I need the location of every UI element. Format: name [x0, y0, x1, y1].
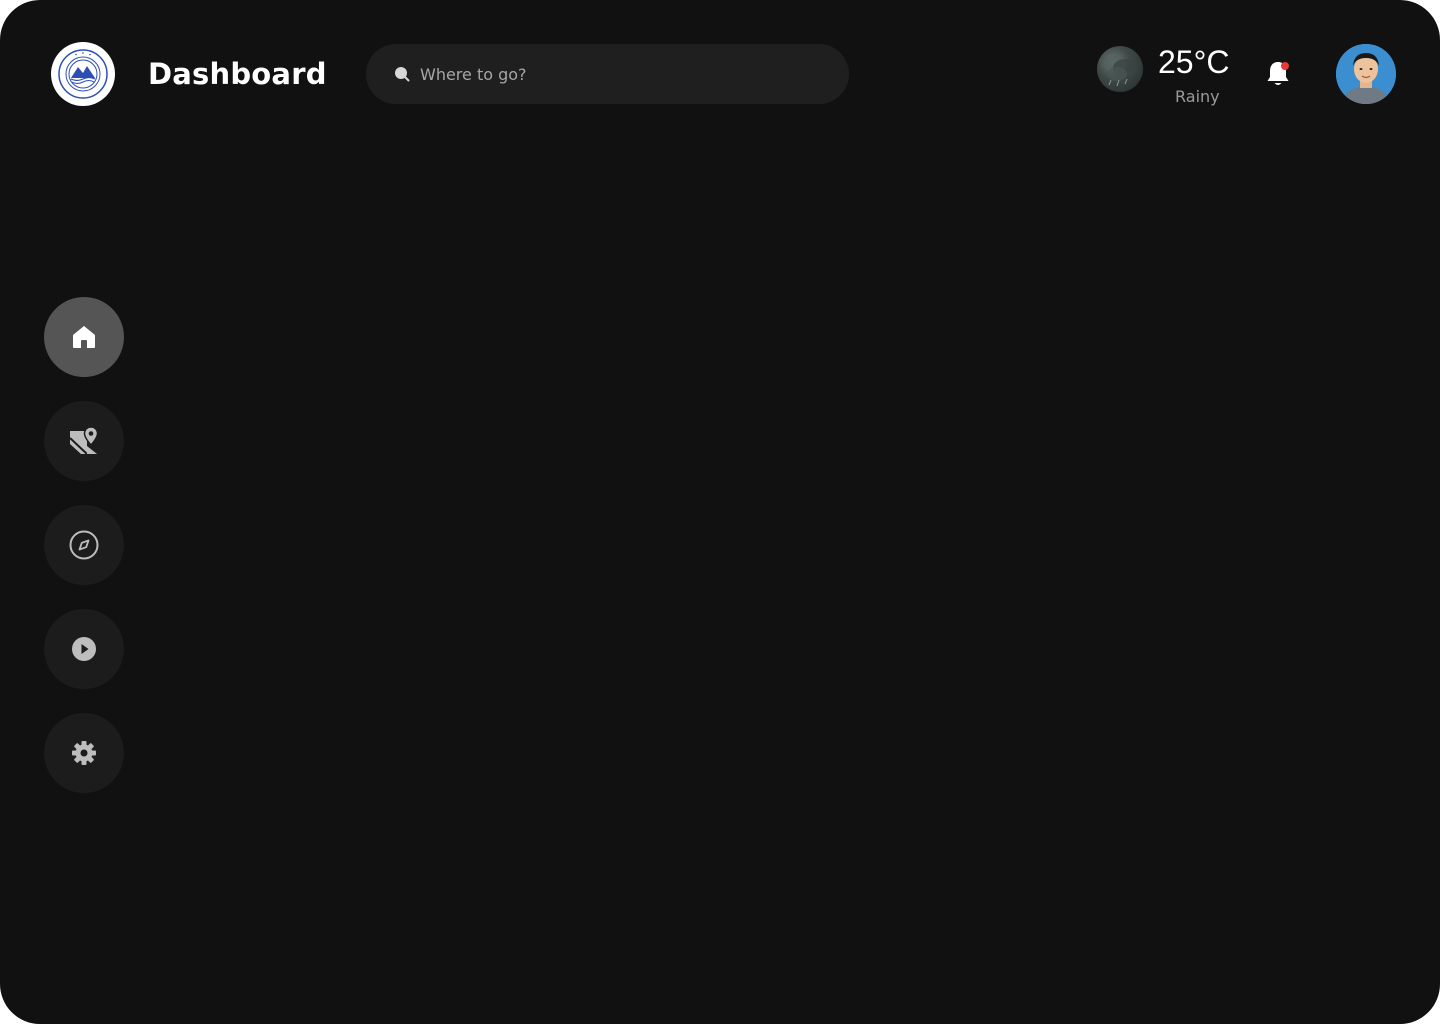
weather-temperature: 25°C [1158, 44, 1230, 80]
sidebar-item-explore[interactable] [44, 505, 124, 585]
home-icon [73, 326, 95, 348]
notifications-button[interactable] [1264, 58, 1292, 90]
rain-cloud-icon [1097, 46, 1143, 92]
map-pin-icon [69, 426, 99, 455]
search-input[interactable] [420, 64, 800, 84]
compass-icon [69, 530, 99, 560]
sidebar-item-map[interactable] [44, 401, 124, 481]
bell-icon [1267, 62, 1289, 85]
university-seal-icon [58, 49, 108, 99]
search-bar[interactable] [366, 44, 849, 104]
weather-condition: Rainy [1175, 87, 1220, 106]
notification-badge [1281, 62, 1289, 70]
play-icon [72, 637, 96, 661]
search-icon [394, 66, 410, 82]
gear-icon [72, 741, 96, 765]
sidebar-item-settings[interactable] [44, 713, 124, 793]
sidebar-item-media[interactable] [44, 609, 124, 689]
user-photo [1336, 44, 1396, 104]
app-window: Dashboard 25°C Rainy [0, 0, 1440, 1024]
user-avatar[interactable] [1336, 44, 1396, 104]
sidebar-item-home[interactable] [44, 297, 124, 377]
sidebar-nav [44, 297, 124, 817]
university-logo[interactable] [51, 42, 115, 106]
page-title: Dashboard [148, 57, 327, 91]
